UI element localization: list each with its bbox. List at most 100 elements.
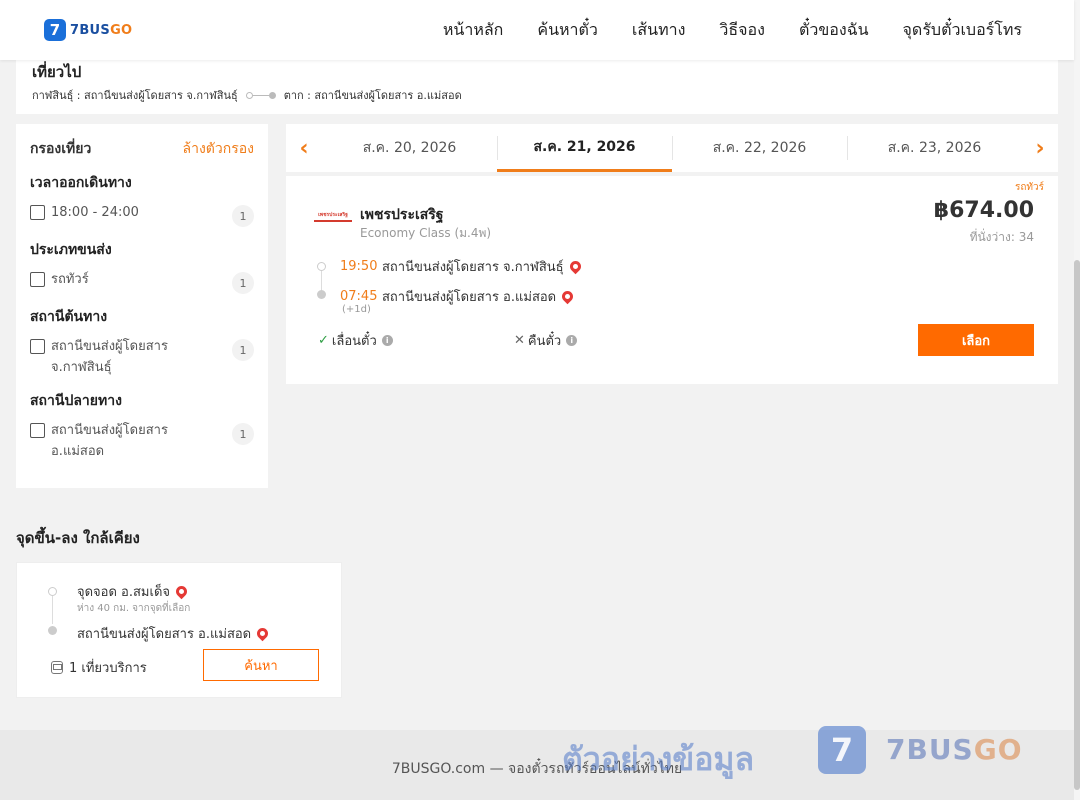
stop-dot-icon xyxy=(48,626,57,635)
nav-routes[interactable]: เส้นทาง xyxy=(632,18,686,43)
map-pin-icon[interactable] xyxy=(567,258,583,275)
route-to: ตาก : สถานีขนส่งผู้โดยสาร อ.แม่สอด xyxy=(283,89,462,102)
filter-group-origin-station: สถานีต้นทาง สถานีขนส่งผู้โดยสาร จ.กาฬสิน… xyxy=(30,306,254,378)
reschedule-policy: ✓ เลื่อนตั๋ว i xyxy=(318,330,393,351)
checkbox[interactable] xyxy=(30,423,45,438)
filter-option[interactable]: รถทัวร์ 1 xyxy=(30,269,254,294)
filter-group-title: สถานีต้นทาง xyxy=(30,309,108,325)
route-connector-icon xyxy=(245,91,276,99)
brand-logo[interactable]: 7 7BUSGO xyxy=(44,19,132,41)
date-tab[interactable]: ส.ค. 23, 2026 xyxy=(847,124,1022,172)
filter-group-transport-type: ประเภทขนส่ง รถทัวร์ 1 xyxy=(30,239,254,294)
refund-policy: ✕ คืนตั๋ว i xyxy=(514,330,578,351)
watermark-brand: 7BUSGO xyxy=(886,733,1023,766)
operator-logo-text: เพชรประเสริฐ xyxy=(318,212,348,218)
filter-option[interactable]: สถานีขนส่งผู้โดยสาร อ.แม่สอด 1 xyxy=(30,420,254,462)
route-title: เที่ยวไป xyxy=(32,63,82,81)
filter-group-departure-time: เวลาออกเดินทาง 18:00 - 24:00 1 xyxy=(30,172,254,227)
nearby-distance: ห่าง 40 กม. จากจุดที่เลือก xyxy=(77,603,191,614)
route-from: กาฬสินธุ์ : สถานีขนส่งผู้โดยสาร จ.กาฬสิน… xyxy=(32,89,238,102)
nearby-stop-origin-name: จุดจอด อ.สมเด็จ xyxy=(77,585,171,600)
nearby-stop-origin: จุดจอด อ.สมเด็จ xyxy=(77,581,190,602)
map-pin-icon[interactable] xyxy=(254,625,271,642)
info-icon[interactable]: i xyxy=(566,335,578,346)
filter-group-title: ประเภทขนส่ง xyxy=(30,242,112,258)
seats-available: ที่นั่งว่าง: 34 xyxy=(969,230,1034,244)
nav-how-to-book[interactable]: วิธีจอง xyxy=(719,18,765,43)
ticket-price: ฿674.00 xyxy=(933,198,1034,223)
next-date-chevron-right-icon[interactable]: › xyxy=(1022,124,1058,172)
watermark-logo-icon: 7 xyxy=(818,726,866,774)
filter-header: กรองเที่ยว ล้างตัวกรอง xyxy=(30,138,254,160)
filter-option[interactable]: 18:00 - 24:00 1 xyxy=(30,202,254,227)
info-icon[interactable]: i xyxy=(381,335,393,346)
departure-stop: 19:50 สถานีขนส่งผู้โดยสาร จ.กาฬสินธุ์ xyxy=(318,256,583,277)
nav-my-tickets[interactable]: ตั๋วของฉัน xyxy=(799,18,869,43)
checkbox[interactable] xyxy=(30,205,45,220)
operator-name: เพชรประเสริฐ xyxy=(360,207,444,223)
stop-dot-icon xyxy=(48,587,57,596)
operator-logo: เพชรประเสริฐ xyxy=(314,212,352,226)
filter-option-label: 18:00 - 24:00 xyxy=(51,205,139,220)
trip-card: รถทัวร์ เพชรประเสริฐ เพชรประเสริฐ Econom… xyxy=(286,176,1058,384)
filter-option[interactable]: สถานีขนส่งผู้โดยสาร จ.กาฬสินธุ์ 1 xyxy=(30,336,254,378)
reschedule-label: เลื่อนตั๋ว xyxy=(331,334,377,349)
nav-ticket-pickup[interactable]: จุดรับตั๋วเบอร์โทร xyxy=(903,18,1022,43)
logo-text-bus: 7BUS xyxy=(70,22,111,38)
date-tabs: ‹ ส.ค. 20, 2026 ส.ค. 21, 2026 ส.ค. 22, 2… xyxy=(286,124,1058,172)
filter-option-label: สถานีขนส่งผู้โดยสาร จ.กาฬสินธุ์ xyxy=(51,339,168,375)
filter-count-badge: 1 xyxy=(232,272,254,294)
nearby-trip-count: 1 เที่ยวบริการ xyxy=(51,657,147,678)
page-scrollbar[interactable] xyxy=(1074,0,1080,800)
filter-count-badge: 1 xyxy=(232,423,254,445)
filter-sidebar: กรองเที่ยว ล้างตัวกรอง เวลาออกเดินทาง 18… xyxy=(16,124,268,488)
bus-icon xyxy=(51,661,63,674)
bus-type-tag: รถทัวร์ xyxy=(1014,182,1044,193)
select-trip-button[interactable]: เลือก xyxy=(918,324,1034,356)
filter-group-title: เวลาออกเดินทาง xyxy=(30,175,132,191)
filter-title: กรองเที่ยว xyxy=(30,141,92,157)
nearby-search-button[interactable]: ค้นหา xyxy=(203,649,319,681)
filter-option-label: สถานีขนส่งผู้โดยสาร อ.แม่สอด xyxy=(51,423,168,459)
map-pin-icon[interactable] xyxy=(173,583,190,600)
map-pin-icon[interactable] xyxy=(559,288,576,305)
date-tab[interactable]: ส.ค. 20, 2026 xyxy=(322,124,497,172)
filter-count-badge: 1 xyxy=(232,205,254,227)
next-day-indicator: (+1d) xyxy=(342,304,371,315)
logo-mark-icon: 7 xyxy=(44,19,66,41)
date-tab[interactable]: ส.ค. 22, 2026 xyxy=(672,124,847,172)
arrival-time: 07:45 xyxy=(340,289,378,304)
filter-option-label: รถทัวร์ xyxy=(51,272,89,287)
route-summary: เที่ยวไป กาฬสินธุ์ : สถานีขนส่งผู้โดยสาร… xyxy=(16,56,1058,114)
main-nav: หน้าหลัก ค้นหาตั๋ว เส้นทาง วิธีจอง ตั๋วข… xyxy=(409,0,1022,60)
nearby-stops-title: จุดขึ้น-ลง ใกล้เคียง xyxy=(16,529,140,547)
clear-filters-link[interactable]: ล้างตัวกรอง xyxy=(183,138,254,160)
arrival-station: สถานีขนส่งผู้โดยสาร อ.แม่สอด xyxy=(382,290,557,305)
nearby-trip-count-label: 1 เที่ยวบริการ xyxy=(69,661,147,676)
nav-search-ticket[interactable]: ค้นหาตั๋ว xyxy=(537,18,598,43)
top-header: 7 7BUSGO หน้าหลัก ค้นหาตั๋ว เส้นทาง วิธี… xyxy=(0,0,1074,60)
filter-count-badge: 1 xyxy=(232,339,254,361)
watermark-brand-go: GO xyxy=(973,733,1023,766)
nav-home[interactable]: หน้าหลัก xyxy=(443,18,504,43)
prev-date-chevron-left-icon[interactable]: ‹ xyxy=(286,124,322,172)
timeline-line xyxy=(52,596,53,624)
departure-time: 19:50 xyxy=(340,259,378,274)
nearby-stops-card: จุดจอด อ.สมเด็จ ห่าง 40 กม. จากจุดที่เลื… xyxy=(16,562,342,698)
checkbox[interactable] xyxy=(30,272,45,287)
route-line: กาฬสินธุ์ : สถานีขนส่งผู้โดยสาร จ.กาฬสิน… xyxy=(32,86,1042,104)
nearby-stop-destination: สถานีขนส่งผู้โดยสาร อ.แม่สอด xyxy=(77,623,271,644)
seat-class: Economy Class (ม.4พ) xyxy=(360,226,492,240)
checkbox[interactable] xyxy=(30,339,45,354)
cross-icon: ✕ xyxy=(514,333,525,348)
watermark-brand-bus: 7BUS xyxy=(886,733,974,766)
logo-text: 7BUSGO xyxy=(70,23,132,38)
refund-label: คืนตั๋ว xyxy=(527,334,562,349)
date-tab-active[interactable]: ส.ค. 21, 2026 xyxy=(497,124,672,172)
filter-group-destination-station: สถานีปลายทาง สถานีขนส่งผู้โดยสาร อ.แม่สอ… xyxy=(30,390,254,462)
filter-group-title: สถานีปลายทาง xyxy=(30,393,122,409)
scrollbar-thumb[interactable] xyxy=(1074,260,1080,790)
check-icon: ✓ xyxy=(318,333,329,348)
nearby-stop-destination-name: สถานีขนส่งผู้โดยสาร อ.แม่สอด xyxy=(77,627,252,642)
watermark-text: ตัวอย่างข้อมูล xyxy=(562,740,755,778)
